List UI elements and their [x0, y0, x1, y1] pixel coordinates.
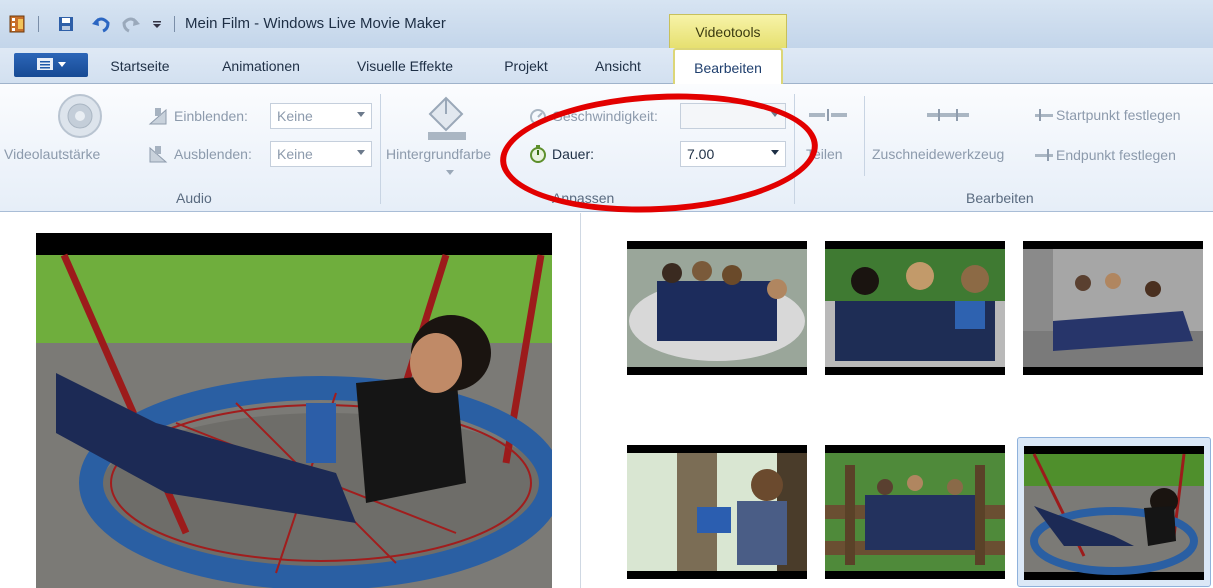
storyboard-clip[interactable]	[627, 445, 807, 579]
group-separator	[380, 94, 381, 204]
customize-dropdown-icon[interactable]	[150, 14, 164, 34]
video-volume-label: Videolautstärke	[4, 146, 101, 162]
title-bar: Mein Film - Windows Live Movie Maker Vid…	[0, 0, 1213, 48]
chevron-down-icon	[446, 170, 454, 175]
ribbon-tab-row: Startseite Animationen Visuelle Effekte …	[0, 48, 1213, 85]
fade-out-label: Ausblenden:	[174, 146, 252, 162]
trim-tool-label: Zuschneidewerkzeug	[872, 146, 1005, 162]
preview-image	[36, 233, 552, 588]
set-end-point-button[interactable]: Endpunkt festlegen	[1034, 144, 1209, 168]
tab-startseite[interactable]: Startseite	[96, 48, 184, 84]
app-menu-button[interactable]	[14, 53, 88, 77]
audio-group-label: Audio	[176, 190, 212, 206]
film-icon[interactable]	[8, 14, 26, 34]
fade-in-icon	[148, 106, 168, 129]
speaker-icon	[56, 92, 102, 143]
storyboard-clip[interactable]	[825, 445, 1005, 579]
redo-icon[interactable]	[120, 14, 142, 34]
storyboard-clip[interactable]	[627, 241, 807, 375]
fade-in-dropdown[interactable]: Keine	[270, 103, 372, 129]
storyboard-clip[interactable]	[1023, 241, 1203, 375]
set-start-point-button[interactable]: Startpunkt festlegen	[1034, 104, 1209, 128]
save-icon[interactable]	[56, 14, 76, 34]
chevron-down-icon	[357, 150, 365, 155]
storyboard-clip-thumbnail	[1024, 446, 1204, 580]
app-menu-icon	[36, 57, 54, 74]
background-color-label: Hintergrundfarbe	[386, 146, 492, 162]
edit-group-label: Bearbeiten	[966, 190, 1034, 206]
storyboard-clip[interactable]	[825, 241, 1005, 375]
end-point-icon	[1034, 148, 1054, 165]
window-title: Mein Film - Windows Live Movie Maker	[185, 15, 446, 32]
trim-tool-button[interactable]: Zuschneidewerkzeug	[870, 94, 1026, 174]
start-point-icon	[1034, 108, 1054, 125]
background-color-button[interactable]: Hintergrundfarbe	[386, 92, 506, 180]
tab-animationen[interactable]: Animationen	[200, 48, 322, 84]
tab-bearbeiten[interactable]: Bearbeiten	[673, 48, 783, 85]
undo-icon[interactable]	[90, 14, 112, 34]
fade-in-label: Einblenden:	[174, 108, 248, 124]
fade-out-dropdown[interactable]: Keine	[270, 141, 372, 167]
app-menu-dropdown-icon	[58, 62, 66, 67]
storyboard-clip-selected[interactable]	[1017, 437, 1211, 587]
preview-pane	[0, 213, 580, 588]
split-icon	[808, 108, 848, 125]
fade-out-value: Keine	[277, 146, 313, 162]
inner-separator	[864, 96, 865, 176]
qat-separator	[38, 16, 39, 32]
fade-in-value: Keine	[277, 108, 313, 124]
storyboard-pane	[580, 213, 1213, 588]
tab-visuelle-effekte[interactable]: Visuelle Effekte	[338, 48, 472, 84]
tab-ansicht[interactable]: Ansicht	[578, 48, 658, 84]
fade-out-icon	[148, 144, 168, 167]
videotools-context-tab: Videotools	[669, 14, 787, 48]
trim-icon	[926, 108, 970, 125]
title-separator	[174, 16, 175, 32]
set-end-point-label: Endpunkt festlegen	[1056, 147, 1176, 163]
chevron-down-icon	[357, 112, 365, 117]
set-start-point-label: Startpunkt festlegen	[1056, 107, 1181, 123]
tab-projekt[interactable]: Projekt	[488, 48, 564, 84]
paint-bucket-icon	[420, 92, 472, 145]
video-volume-button[interactable]: Videolautstärke	[4, 92, 140, 172]
